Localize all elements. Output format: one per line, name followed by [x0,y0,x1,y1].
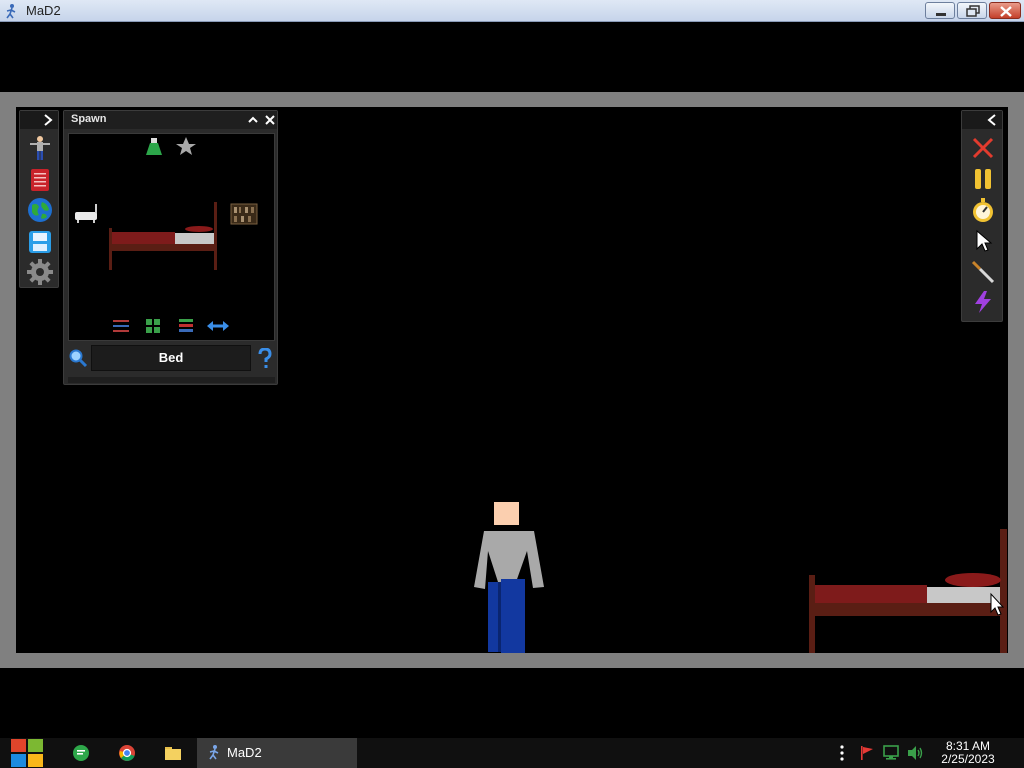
bed-item[interactable] [109,202,217,270]
help-icon[interactable] [257,348,273,370]
taskbar-task-label: MaD2 [227,745,262,760]
volume-icon[interactable] [906,745,924,761]
flask-icon[interactable] [146,138,162,155]
restore-button[interactable] [957,2,987,19]
knife-icon[interactable] [970,259,996,285]
screen: MaD2 Spawn Bed MaD2 8:31 AM 2/25/2023 [0,0,1024,768]
pause-icon[interactable] [970,166,996,192]
star-icon[interactable] [176,137,196,155]
app-icon [209,745,219,760]
close-x-icon[interactable] [970,135,996,161]
left-toolbar [19,110,59,288]
save-icon[interactable] [27,229,53,255]
swap-arrows-icon[interactable] [207,321,229,331]
tray-clock[interactable]: 8:31 AM 2/25/2023 [933,740,1003,766]
window-title-bar[interactable]: MaD2 [0,0,1024,22]
globe-icon[interactable] [27,197,53,223]
book-icon[interactable] [27,167,53,193]
left-toolbar-header [20,111,58,129]
lightning-icon[interactable] [970,289,996,315]
list-view-icon[interactable] [179,319,193,332]
taskbar-task-mad2[interactable]: MaD2 [197,738,357,768]
flag-icon[interactable] [859,745,875,761]
spawn-panel-footer [68,377,275,383]
chat-app-icon[interactable] [72,744,90,762]
close-window-button[interactable] [989,2,1021,19]
minimize-button[interactable] [925,2,955,19]
ragdoll-icon[interactable] [27,135,53,161]
bookshelf-item[interactable] [230,203,258,225]
spawn-panel: Spawn Bed [63,110,278,385]
collapse-icon[interactable] [246,113,260,127]
right-toolbar-header [962,111,1002,129]
taskbar: MaD2 8:31 AM 2/25/2023 [0,738,1024,768]
chevron-right-icon[interactable] [42,113,54,127]
start-button-icon[interactable] [10,738,44,768]
spawn-item-grid [68,133,275,341]
close-icon[interactable] [263,113,277,127]
right-toolbar [961,110,1003,322]
spawn-panel-header[interactable]: Spawn [64,111,277,129]
chrome-icon[interactable] [118,744,136,762]
window-title: MaD2 [26,3,61,18]
clock-date: 2/25/2023 [941,752,995,766]
network-icon[interactable] [882,745,900,761]
grid-view-icon[interactable] [146,319,160,333]
bed-object[interactable] [809,529,1007,653]
pointer-icon[interactable] [970,228,996,254]
chevron-left-icon[interactable] [986,113,998,127]
more-options-icon[interactable] [838,745,846,761]
spawn-search-input[interactable]: Bed [91,345,251,371]
gear-icon[interactable] [27,259,53,285]
ragdoll-person[interactable] [474,502,544,653]
stopwatch-icon[interactable] [970,197,996,223]
bathtub-item[interactable] [75,204,97,223]
search-icon[interactable] [68,348,88,368]
filter-icon[interactable] [113,320,129,332]
spawn-panel-title: Spawn [71,113,107,125]
folder-icon[interactable] [164,745,182,761]
app-icon [6,4,16,19]
